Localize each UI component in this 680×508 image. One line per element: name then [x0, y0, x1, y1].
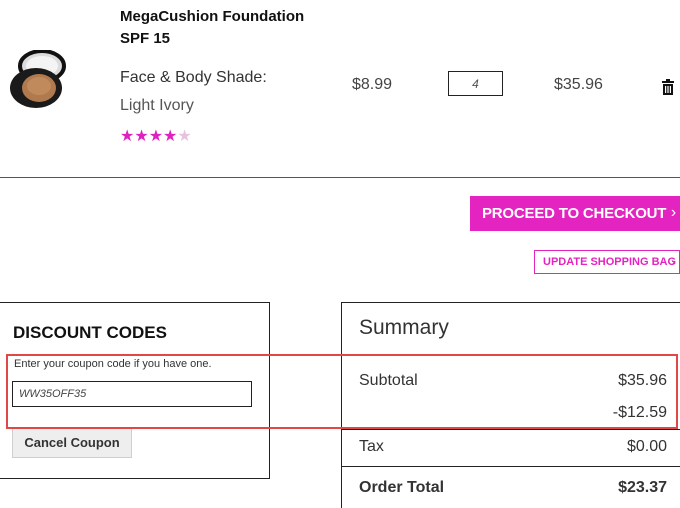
- tax-label: Tax: [359, 438, 384, 455]
- subtotal-label: Subtotal: [359, 372, 418, 389]
- product-image[interactable]: [6, 49, 72, 110]
- tax-value: $0.00: [626, 438, 667, 455]
- rating-partial-star: ★: [177, 128, 192, 145]
- update-label: UPDATE SHOPPING BAG: [543, 256, 677, 268]
- summary-divider: [341, 429, 680, 430]
- proceed-to-checkout-button[interactable]: PROCEED TO CHECKOUT ›: [470, 196, 680, 231]
- summary-title: Summary: [359, 316, 449, 339]
- product-name[interactable]: MegaCushion Foundation SPF 15: [120, 6, 320, 50]
- discount-value: -$12.59: [612, 404, 667, 421]
- quantity-input[interactable]: [448, 71, 503, 96]
- cancel-coupon-button[interactable]: Cancel Coupon: [12, 427, 132, 458]
- order-total-label: Order Total: [359, 479, 445, 496]
- rating-full-stars: ★★★★: [120, 128, 178, 145]
- unit-price: $8.99: [352, 76, 393, 93]
- order-total-value: $23.37: [618, 479, 667, 496]
- update-shopping-bag-button[interactable]: UPDATE SHOPPING BAG ›: [534, 250, 680, 274]
- chevron-right-icon: ›: [671, 255, 675, 269]
- coupon-code-input[interactable]: [12, 381, 252, 407]
- line-total: $35.96: [554, 76, 603, 93]
- section-divider: [0, 177, 680, 178]
- summary-divider: [341, 466, 680, 467]
- coupon-help-text: Enter your coupon code if you have one.: [14, 358, 212, 370]
- checkout-label: PROCEED TO CHECKOUT: [482, 205, 667, 222]
- shade-label: Face & Body Shade:: [120, 69, 267, 86]
- shade-value: Light Ivory: [120, 97, 194, 114]
- rating-stars: ★★★★★: [120, 126, 192, 146]
- trash-icon[interactable]: [662, 79, 674, 95]
- discount-title: DISCOUNT CODES: [13, 323, 167, 342]
- chevron-right-icon: ›: [670, 204, 676, 221]
- subtotal-value: $35.96: [618, 372, 667, 389]
